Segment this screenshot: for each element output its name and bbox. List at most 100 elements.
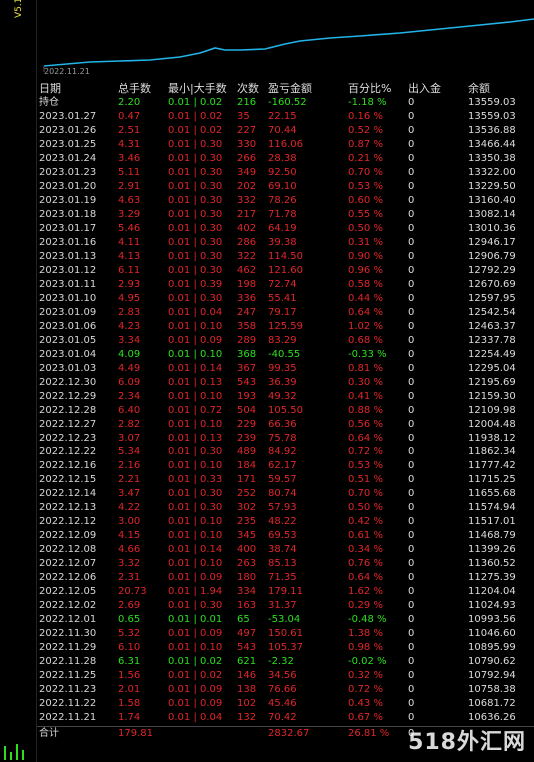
- percent-cell: 0.50 %: [348, 222, 383, 234]
- table-row: 2022.11.25 1.56 0.01 | 0.02 146 34.56 0.32 % 0…: [37, 669, 534, 683]
- min-max-lots-cell: 0.01 | 0.72: [168, 404, 223, 416]
- min-max-lots-cell: 0.01 | 0.10: [168, 516, 223, 528]
- min-max-lots-cell: 0.01 | 0.10: [168, 460, 223, 472]
- profit-loss-cell: 105.50: [268, 404, 303, 416]
- table-row: 2023.01.23 5.11 0.01 | 0.30 349 92.50 0.70 % 0…: [37, 166, 534, 180]
- table-row: 2023.01.13 4.13 0.01 | 0.30 322 114.50 0.90 %…: [37, 250, 534, 264]
- min-max-lots-cell: 0.01 | 0.02: [168, 656, 223, 668]
- profit-loss-cell: 38.74: [268, 544, 297, 556]
- balance-cell: 12906.79: [468, 250, 516, 262]
- table-row: 2022.12.12 3.00 0.01 | 0.10 235 48.22 0.42 % 0…: [37, 515, 534, 529]
- deposit-withdrawal-cell: 0: [408, 166, 415, 178]
- table-row: 2023.01.10 4.95 0.01 | 0.30 336 55.41 0.44 % 0…: [37, 292, 534, 306]
- table-row: 2023.01.20 2.91 0.01 | 0.30 202 69.10 0.53 % 0…: [37, 180, 534, 194]
- total-lots-cell: 3.07: [118, 432, 141, 444]
- total-lots-cell: 3.00: [118, 516, 141, 528]
- profit-loss-cell: 31.37: [268, 600, 297, 612]
- count-cell: 202: [237, 180, 257, 192]
- profit-loss-cell: 70.44: [268, 124, 297, 136]
- balance-cell: 11468.79: [468, 530, 516, 542]
- deposit-withdrawal-cell: 0: [408, 628, 415, 640]
- table-row: 2022.12.13 4.22 0.01 | 0.30 302 57.93 0.50 % 0…: [37, 501, 534, 515]
- table-row: 2023.01.09 2.83 0.01 | 0.04 247 79.17 0.64 % 0…: [37, 306, 534, 320]
- total-lots-cell: 0.65: [118, 614, 141, 626]
- count-cell: 302: [237, 502, 257, 514]
- date-cell: 2023.01.18: [39, 208, 97, 220]
- profit-loss-cell: 36.39: [268, 376, 297, 388]
- deposit-withdrawal-cell: 0: [408, 642, 415, 654]
- profit-loss-cell: 75.78: [268, 432, 297, 444]
- min-max-lots-cell: 0.01 | 0.30: [168, 250, 223, 262]
- count-cell: 349: [237, 166, 257, 178]
- balance-cell: 13559.03: [468, 96, 516, 108]
- table-row: 2023.01.06 4.23 0.01 | 0.10 358 125.59 1.02 %…: [37, 320, 534, 334]
- percent-cell: 0.34 %: [348, 544, 383, 556]
- balance-cell: 13010.36: [468, 222, 516, 234]
- date-cell: 2022.12.16: [39, 460, 97, 472]
- count-cell: 146: [237, 670, 257, 682]
- date-cell: 2023.01.04: [39, 348, 97, 360]
- table-row: 2023.01.25 4.31 0.01 | 0.30 330 116.06 0.87 %…: [37, 138, 534, 152]
- open-positions-row: 持仓 2.20 0.01 | 0.02 216 -160.52 -1.18 % 0 13559…: [37, 96, 534, 110]
- profit-loss-cell: 34.56: [268, 670, 297, 682]
- table-row: 2022.12.14 3.47 0.01 | 0.30 252 80.74 0.70 % 0…: [37, 487, 534, 501]
- total-lots-cell: 20.73: [118, 586, 147, 598]
- table-row: 2023.01.26 2.51 0.01 | 0.02 227 70.44 0.52 % 0…: [37, 124, 534, 138]
- total-lots-cell: 4.66: [118, 544, 141, 556]
- min-max-lots-cell: 0.01 | 0.14: [168, 362, 223, 374]
- count-cell: 489: [237, 446, 257, 458]
- count-cell: 322: [237, 250, 257, 262]
- min-max-lots-cell: 0.01 | 0.13: [168, 376, 223, 388]
- count-cell: 65: [237, 614, 250, 626]
- date-cell: 2022.12.02: [39, 600, 97, 612]
- deposit-withdrawal-cell: 0: [408, 586, 415, 598]
- percent-cell: -1.18 %: [348, 96, 387, 108]
- deposit-withdrawal-cell: 0: [408, 614, 415, 626]
- date-cell: 2023.01.26: [39, 124, 97, 136]
- total-lots-cell: 2.21: [118, 474, 141, 486]
- min-max-lots-cell: 0.01 | 0.10: [168, 558, 223, 570]
- percent-cell: 0.70 %: [348, 488, 383, 500]
- balance-cell: 11204.04: [468, 586, 516, 598]
- balance-cell: 13350.38: [468, 152, 516, 164]
- table-row: 2022.11.30 5.32 0.01 | 0.09 497 150.61 1.38 %…: [37, 627, 534, 641]
- profit-loss-cell: 59.57: [268, 474, 297, 486]
- min-max-lots-cell: 0.01 | 0.30: [168, 236, 223, 248]
- date-cell: 2022.12.05: [39, 586, 97, 598]
- total-lots-cell: 2.83: [118, 306, 141, 318]
- min-max-lots-cell: 0.01 | 0.30: [168, 138, 223, 150]
- date-cell: 2023.01.09: [39, 306, 97, 318]
- table-row: 2022.12.29 2.34 0.01 | 0.10 193 49.32 0.41 % 0…: [37, 390, 534, 404]
- percent-cell: 0.16 %: [348, 110, 383, 122]
- percent-cell: 0.53 %: [348, 460, 383, 472]
- balance-cell: 12337.78: [468, 334, 516, 346]
- total-lots-cell: 6.11: [118, 264, 141, 276]
- percent-cell: -0.48 %: [348, 614, 387, 626]
- deposit-withdrawal-cell: 0: [408, 236, 415, 248]
- date-cell: 2023.01.23: [39, 166, 97, 178]
- balance-cell: 10993.56: [468, 614, 516, 626]
- min-max-lots-cell: 0.01 | 0.30: [168, 292, 223, 304]
- balance-cell: 12463.37: [468, 320, 516, 332]
- min-max-lots-cell: 0.01 | 0.10: [168, 642, 223, 654]
- profit-loss-cell: 62.17: [268, 460, 297, 472]
- min-max-lots-cell: 0.01 | 0.30: [168, 600, 223, 612]
- deposit-withdrawal-cell: 0: [408, 712, 415, 724]
- deposit-withdrawal-cell: 0: [408, 362, 415, 374]
- deposit-withdrawal-cell: 0: [408, 572, 415, 584]
- profit-loss-cell: 45.46: [268, 698, 297, 710]
- date-cell: 2023.01.25: [39, 138, 97, 150]
- percent-cell: 0.58 %: [348, 278, 383, 290]
- min-max-lots-cell: 0.01 | 0.30: [168, 208, 223, 220]
- chart-date-label: 2022.11.21: [44, 67, 90, 76]
- deposit-withdrawal-cell: 0: [408, 208, 415, 220]
- table-row: 2022.12.27 2.82 0.01 | 0.10 229 66.36 0.56 % 0…: [37, 418, 534, 432]
- profit-loss-cell: 92.50: [268, 166, 297, 178]
- table-row: 2022.12.28 6.40 0.01 | 0.72 504 105.50 0.88 %…: [37, 404, 534, 418]
- date-cell: 2023.01.06: [39, 320, 97, 332]
- profit-loss-cell: 78.26: [268, 194, 297, 206]
- profit-loss-cell: 80.74: [268, 488, 297, 500]
- table-header: 日期 总手数 最小|大手数 次数 盈亏金额 百分比% 出入金 余额: [37, 82, 534, 96]
- min-max-lots-cell: 0.01 | 0.30: [168, 194, 223, 206]
- date-cell: 2023.01.20: [39, 180, 97, 192]
